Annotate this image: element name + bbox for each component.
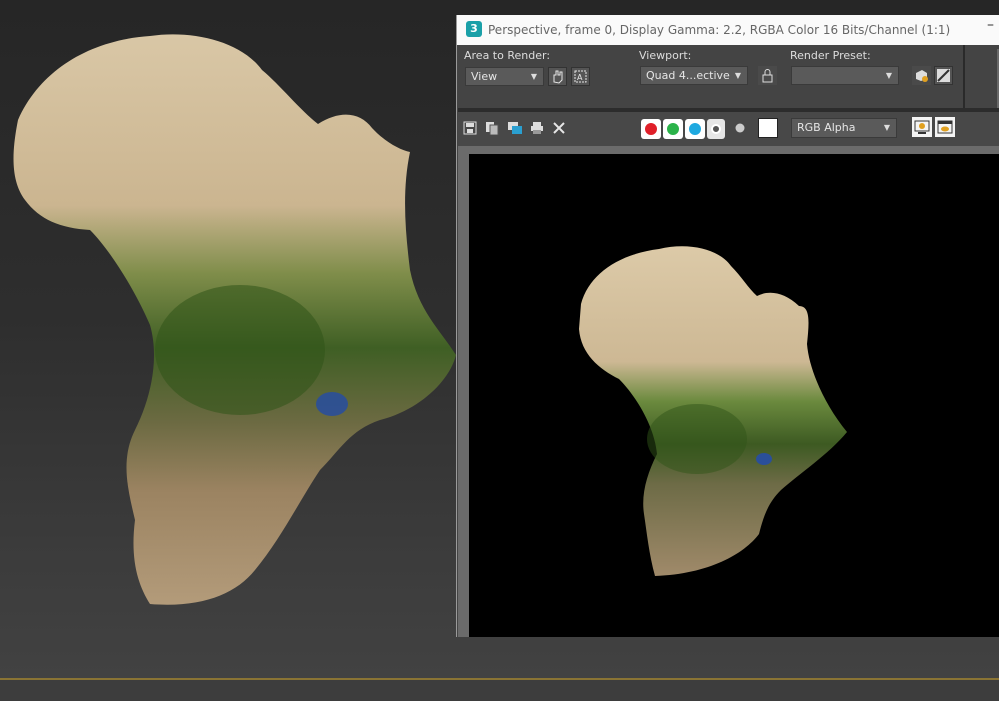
display-toggle-icon[interactable] bbox=[912, 117, 932, 137]
red-channel-icon[interactable] bbox=[641, 119, 661, 139]
lake-region bbox=[316, 392, 348, 416]
area-to-render-label: Area to Render: bbox=[464, 49, 551, 62]
chevron-down-icon: ▼ bbox=[885, 71, 892, 80]
render-preset-dropdown[interactable]: ▼ bbox=[791, 66, 899, 85]
viewport-dropdown[interactable]: Quad 4...ective ▼ bbox=[640, 66, 748, 85]
render-frame-area bbox=[458, 146, 999, 637]
area-to-render-value: View bbox=[471, 70, 498, 83]
lock-icon[interactable] bbox=[758, 66, 777, 85]
viewport-value: Quad 4...ective bbox=[646, 69, 730, 82]
chevron-down-icon: ▼ bbox=[734, 71, 741, 80]
clear-icon[interactable] bbox=[551, 121, 567, 137]
chevron-down-icon: ▼ bbox=[883, 123, 890, 132]
svg-text:A: A bbox=[577, 73, 583, 82]
viewport-label: Viewport: bbox=[639, 49, 692, 62]
app-icon: 3 bbox=[466, 21, 482, 37]
render-setup-icon[interactable] bbox=[912, 66, 931, 85]
panel-right-area bbox=[965, 45, 999, 108]
green-channel-icon[interactable] bbox=[663, 119, 683, 139]
environment-icon[interactable] bbox=[934, 66, 953, 85]
render-preset-label: Render Preset: bbox=[790, 49, 871, 62]
print-icon[interactable] bbox=[529, 121, 545, 137]
grid-floor bbox=[0, 680, 999, 701]
window-title: Perspective, frame 0, Display Gamma: 2.2… bbox=[488, 23, 951, 37]
minimize-icon[interactable]: – bbox=[987, 17, 994, 33]
copy-icon[interactable] bbox=[484, 121, 500, 137]
channel-display-dropdown[interactable]: RGB Alpha ▼ bbox=[791, 118, 897, 138]
auto-region-icon[interactable]: A bbox=[571, 67, 590, 86]
forest-region bbox=[155, 285, 325, 415]
pan-icon[interactable] bbox=[548, 67, 567, 86]
monochrome-icon[interactable] bbox=[732, 121, 748, 137]
save-icon[interactable] bbox=[462, 121, 478, 137]
image-display-icon[interactable] bbox=[935, 117, 955, 137]
channel-display-value: RGB Alpha bbox=[797, 121, 856, 134]
color-swatch-icon[interactable] bbox=[758, 118, 778, 138]
rendered-frame-window[interactable]: 3 Perspective, frame 0, Display Gamma: 2… bbox=[456, 15, 999, 637]
rendered-image bbox=[469, 154, 999, 637]
chevron-down-icon: ▼ bbox=[530, 72, 537, 81]
title-bar[interactable]: 3 Perspective, frame 0, Display Gamma: 2… bbox=[457, 15, 999, 45]
alpha-channel-icon[interactable] bbox=[707, 119, 725, 139]
area-to-render-dropdown[interactable]: View ▼ bbox=[465, 67, 544, 86]
rendered-lake bbox=[756, 453, 772, 465]
clone-window-icon[interactable] bbox=[507, 121, 523, 137]
vfb-toolbar: RGB Alpha ▼ bbox=[458, 112, 999, 146]
render-controls-panel: Area to Render: View ▼ A Viewport: Quad … bbox=[458, 45, 963, 108]
rendered-forest bbox=[647, 404, 747, 474]
blue-channel-icon[interactable] bbox=[685, 119, 705, 139]
